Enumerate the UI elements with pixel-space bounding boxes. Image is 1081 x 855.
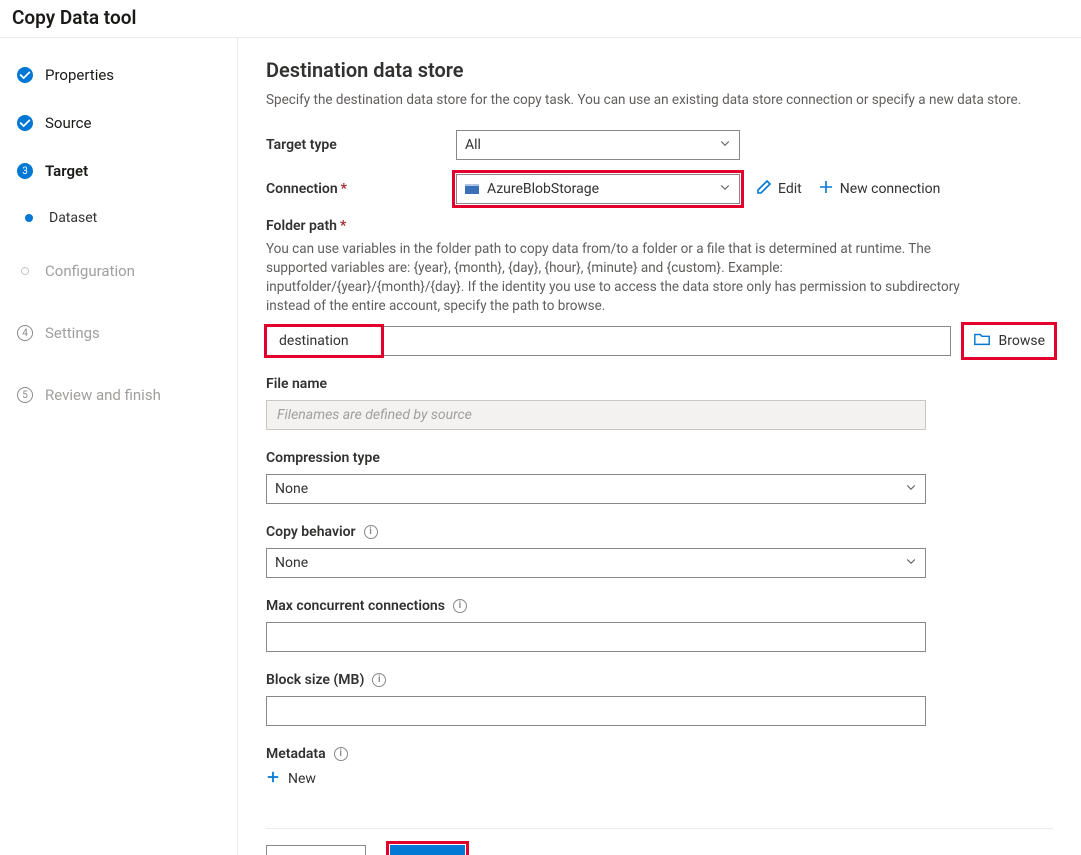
metadata-new-label: New [288, 771, 316, 787]
chevron-down-icon [905, 481, 917, 497]
pencil-icon [756, 179, 772, 199]
folder-path-input[interactable] [266, 326, 951, 356]
target-type-select[interactable]: All [456, 130, 740, 160]
compression-type-select[interactable]: None [266, 474, 926, 504]
step-label: Configuration [45, 262, 135, 280]
target-type-value: All [465, 137, 481, 153]
metadata-label: Metadata i [266, 746, 1053, 762]
info-icon[interactable]: i [453, 599, 467, 613]
folder-icon [973, 330, 991, 352]
copy-behavior-select[interactable]: None [266, 548, 926, 578]
step-properties[interactable]: Properties [13, 56, 237, 94]
max-conn-value[interactable] [277, 623, 915, 651]
new-connection-button[interactable]: New connection [818, 179, 941, 199]
wizard-footer: Previous Next [266, 828, 1053, 855]
step-number-icon: 4 [17, 325, 33, 341]
file-name-input: Filenames are defined by source [266, 400, 926, 430]
step-configuration[interactable]: Configuration [13, 252, 237, 290]
step-label: Settings [45, 324, 100, 342]
new-connection-label: New connection [840, 181, 941, 197]
plus-icon [266, 770, 280, 788]
max-conn-label: Max concurrent connections i [266, 598, 1053, 614]
check-icon [17, 67, 33, 83]
chevron-down-icon [719, 137, 731, 153]
check-icon [17, 115, 33, 131]
step-number-icon: 5 [17, 387, 33, 403]
page-header: Copy Data tool [0, 0, 1081, 38]
compression-type-value: None [275, 481, 308, 497]
info-icon[interactable]: i [372, 673, 386, 687]
substep-dot-icon [25, 214, 33, 222]
metadata-new-button[interactable]: New [266, 770, 1053, 788]
edit-connection-button[interactable]: Edit [756, 179, 802, 199]
step-circle-icon [21, 267, 29, 275]
step-label: Source [45, 114, 91, 132]
step-label: Review and finish [45, 386, 161, 404]
folder-path-value[interactable] [277, 327, 940, 355]
info-icon[interactable]: i [334, 747, 348, 761]
chevron-down-icon [719, 181, 731, 197]
copy-behavior-label: Copy behavior i [266, 524, 1053, 540]
step-settings[interactable]: 4 Settings [13, 314, 237, 352]
file-name-label: File name [266, 376, 1053, 392]
folder-path-help: You can use variables in the folder path… [266, 240, 966, 316]
next-button[interactable]: Next [390, 845, 465, 855]
block-size-input[interactable] [266, 696, 926, 726]
connection-select[interactable]: AzureBlobStorage [456, 174, 740, 204]
step-dataset[interactable]: Dataset [13, 200, 237, 236]
browse-button[interactable]: Browse [965, 326, 1053, 356]
step-label: Target [45, 162, 88, 180]
connection-value: AzureBlobStorage [487, 181, 599, 197]
step-number-icon: 3 [17, 163, 33, 179]
plus-icon [818, 179, 834, 199]
wizard-sidebar: Properties Source 3 Target Dataset [0, 38, 238, 855]
step-source[interactable]: Source [13, 104, 237, 142]
storage-icon [465, 184, 479, 194]
max-conn-input[interactable] [266, 622, 926, 652]
block-size-value[interactable] [277, 697, 915, 725]
main-content: Destination data store Specify the desti… [238, 38, 1081, 855]
copy-behavior-value: None [275, 555, 308, 571]
target-type-label: Target type [266, 137, 456, 153]
step-label: Properties [45, 66, 114, 84]
edit-label: Edit [778, 181, 802, 197]
step-label: Dataset [49, 210, 97, 226]
folder-path-label: Folder path* [266, 218, 1053, 234]
connection-label: Connection* [266, 181, 456, 197]
previous-button[interactable]: Previous [266, 845, 366, 855]
info-icon[interactable]: i [364, 525, 378, 539]
compression-type-label: Compression type [266, 450, 1053, 466]
block-size-label: Block size (MB) i [266, 672, 1053, 688]
section-description: Specify the destination data store for t… [266, 92, 1053, 108]
browse-label: Browse [999, 333, 1045, 349]
file-name-placeholder: Filenames are defined by source [277, 407, 472, 423]
chevron-down-icon [905, 555, 917, 571]
page-header-title: Copy Data tool [12, 6, 136, 29]
step-target[interactable]: 3 Target [13, 152, 237, 190]
step-review[interactable]: 5 Review and finish [13, 376, 237, 414]
section-title: Destination data store [266, 58, 1053, 82]
